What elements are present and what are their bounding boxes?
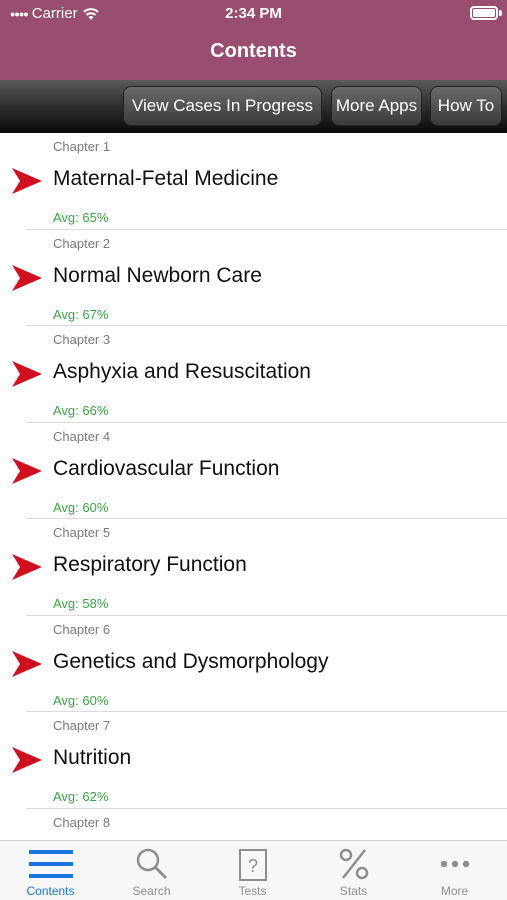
toolbar: View Cases In Progress More Apps How To — [0, 80, 507, 133]
status-time: 2:34 PM — [225, 5, 282, 22]
list-icon — [28, 850, 73, 878]
arrow-icon — [12, 650, 42, 677]
chapter-average: Avg: 66% — [53, 403, 109, 418]
arrow-icon — [12, 747, 42, 773]
chapter-average: Avg: 60% — [53, 499, 109, 515]
tab-label: Tests — [238, 884, 267, 898]
tab-search[interactable]: Search — [101, 841, 202, 900]
svg-text:?: ? — [247, 856, 257, 876]
chapter-row[interactable]: Chapter 8 — [0, 809, 507, 841]
status-bar: ●●●● Carrier 2:34 PM — [0, 0, 507, 28]
arrow-icon — [12, 264, 42, 291]
chapter-title: Maternal-Fetal Medicine — [53, 167, 279, 190]
chapter-row[interactable]: Chapter 4 Cardiovascular Function Avg: 6… — [0, 423, 507, 519]
chapter-average: Avg: 62% — [53, 789, 109, 804]
chapter-average: Avg: 65% — [53, 210, 109, 225]
chapter-title: Normal Newborn Care — [53, 263, 262, 287]
chapter-row[interactable]: Chapter 6 Genetics and Dysmorphology Avg… — [0, 616, 507, 712]
chapter-row[interactable]: Chapter 3 Asphyxia and Resuscitation Avg… — [0, 326, 507, 423]
more-apps-button[interactable]: More Apps — [331, 86, 422, 126]
view-cases-button[interactable]: View Cases In Progress — [123, 86, 322, 126]
chapter-row[interactable]: Chapter 1 Maternal-Fetal Medicine Avg: 6… — [0, 133, 507, 230]
chapter-title: Nutrition — [53, 746, 132, 769]
arrow-icon — [12, 361, 42, 387]
chapter-number: Chapter 3 — [53, 332, 111, 347]
page-title: Contents — [210, 40, 297, 62]
arrow-icon — [12, 554, 42, 580]
arrow-icon — [12, 457, 42, 484]
chapter-number: Chapter 4 — [53, 428, 111, 444]
chapter-average: Avg: 58% — [53, 596, 109, 611]
navigation-header: ●●●● Carrier 2:34 PM Contents — [0, 0, 507, 80]
tab-tests[interactable]: ? Tests — [202, 841, 303, 900]
battery-icon — [470, 6, 498, 20]
percent-icon — [339, 848, 368, 880]
search-icon — [136, 848, 167, 880]
tab-label: Stats — [339, 884, 368, 898]
tab-bar: Contents Search ? Tests Stats More — [0, 840, 507, 900]
tab-more[interactable]: More — [404, 841, 505, 900]
tests-icon: ? — [238, 849, 267, 881]
chapter-average: Avg: 67% — [53, 306, 109, 322]
chapter-number: Chapter 7 — [53, 718, 111, 733]
more-icon — [440, 860, 469, 868]
chapter-number: Chapter 6 — [53, 621, 111, 637]
tab-contents[interactable]: Contents — [0, 841, 101, 900]
arrow-icon — [12, 168, 42, 194]
tab-label: Search — [132, 884, 171, 898]
chapter-title: Genetics and Dysmorphology — [53, 649, 329, 673]
chapter-row[interactable]: Chapter 5 Respiratory Function Avg: 58% — [0, 519, 507, 616]
tab-label: More — [440, 884, 469, 898]
tab-label: Contents — [26, 884, 75, 898]
chapter-title: Cardiovascular Function — [53, 456, 280, 480]
chapter-number: Chapter 2 — [53, 235, 111, 251]
chapter-number: Chapter 1 — [53, 139, 111, 154]
battery-tip — [499, 10, 502, 16]
chapter-row[interactable]: Chapter 7 Nutrition Avg: 62% — [0, 712, 507, 809]
chapter-title: Respiratory Function — [53, 553, 247, 576]
chapter-row[interactable]: Chapter 2 Normal Newborn Care Avg: 67% — [0, 230, 507, 326]
how-to-button[interactable]: How To — [430, 86, 502, 126]
tab-stats[interactable]: Stats — [303, 841, 404, 900]
chapter-list: Chapter 1 Maternal-Fetal Medicine Avg: 6… — [0, 133, 507, 840]
chapter-average: Avg: 60% — [53, 692, 109, 708]
chapter-title: Asphyxia and Resuscitation — [53, 360, 311, 383]
chapter-number: Chapter 8 — [53, 814, 111, 830]
chapter-number: Chapter 5 — [53, 525, 111, 540]
